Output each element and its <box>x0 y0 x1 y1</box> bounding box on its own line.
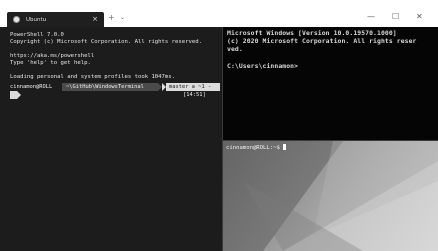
cmd-pane[interactable]: Microsoft Windows [Version 10.0.19570.10… <box>223 27 438 140</box>
tab-close-icon[interactable]: × <box>92 16 98 23</box>
ps-line: PowerShell 7.0.0 <box>10 32 64 38</box>
wsl-prompt: cinnamon@ROLL:~$ <box>226 144 287 152</box>
maximize-icon[interactable]: ☐ <box>392 13 399 21</box>
cmd-line: Microsoft Windows [Version 10.0.19570.10… <box>227 29 397 37</box>
ps-line: Loading personal and system profiles too… <box>10 74 176 80</box>
tab-ubuntu[interactable]: Ubuntu × <box>7 12 104 27</box>
text-cursor <box>283 144 287 150</box>
powershell-pane[interactable]: PowerShell 7.0.0 Copyright (c) Microsoft… <box>0 27 222 251</box>
chevron-down-icon[interactable]: ⌄ <box>120 15 125 21</box>
cmd-line: ved. <box>227 45 243 53</box>
ps-line: Copyright (c) Microsoft Corporation. All… <box>10 39 202 45</box>
tab-title: Ubuntu <box>26 16 47 23</box>
wsl-prompt-text: cinnamon@ROLL:~$ <box>226 145 284 151</box>
new-tab-plus-icon[interactable]: + <box>108 14 115 22</box>
ps-line: https://aka.ms/powershell <box>10 53 95 59</box>
prompt-time: [14:51] <box>183 92 206 98</box>
terminal-window: Ubuntu × + ⌄ — ☐ ✕ PowerShell 7.0.0 Copy… <box>0 0 438 251</box>
cmd-prompt: C:\Users\cinnamon> <box>227 62 299 70</box>
minimize-icon[interactable]: — <box>367 13 375 21</box>
ubuntu-icon <box>13 16 20 23</box>
ps-line: Type 'help' to get help. <box>10 60 91 66</box>
prompt-continuation-segment <box>10 91 17 99</box>
title-bar: Ubuntu × + ⌄ — ☐ ✕ <box>0 0 438 27</box>
cmd-line: (c) 2020 Microsoft Corporation. All righ… <box>227 37 417 45</box>
prompt-arrow-icon <box>17 91 21 99</box>
prompt-user-segment: cinnamon@ROLL <box>10 84 53 90</box>
background-image <box>223 141 438 251</box>
ubuntu-pane[interactable]: cinnamon@ROLL:~$ <box>223 141 438 251</box>
close-window-icon[interactable]: ✕ <box>416 13 423 21</box>
prompt-branch-segment: master ≡ ~1 - <box>166 83 220 91</box>
prompt-path-segment: ~\GitHub\WindowsTerminal <box>62 83 158 91</box>
